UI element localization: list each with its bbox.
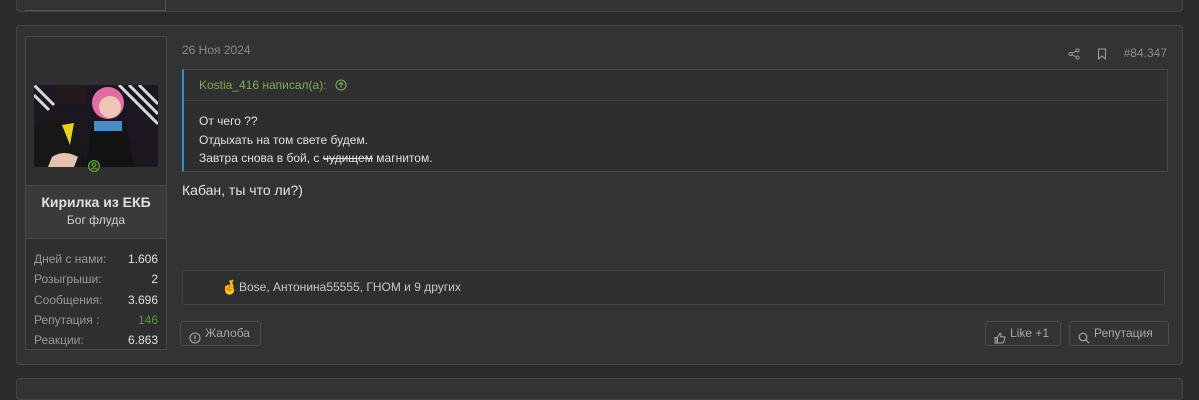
- reputation-label: Репутация: [1094, 326, 1153, 340]
- quote-author[interactable]: Kostia_416 написал(а):: [199, 78, 327, 92]
- quote-line: Завтра снова в бой, с чудищем магнитом.: [199, 149, 1152, 168]
- thumbs-up-icon: [994, 328, 1006, 343]
- share-icon[interactable]: [1068, 47, 1080, 60]
- quote-header[interactable]: Kostia_416 написал(а):: [184, 70, 1167, 101]
- previous-post-user-panel: [25, 0, 166, 11]
- bookmark-icon[interactable]: [1096, 47, 1108, 61]
- reactions-bar[interactable]: 🤞 Bose, Антонина55555, ГНОМ и 9 других: [182, 270, 1165, 305]
- username[interactable]: Кирилка из ЕКБ: [26, 194, 166, 210]
- warning-circle-icon: [189, 328, 201, 344]
- fingers-crossed-icon: 🤞: [221, 279, 239, 295]
- forum-post: Кирилка из ЕКБ Бог флуда Дней с нами: 1.…: [16, 25, 1183, 365]
- quote-body: От чего ?? Отдыхать на том свете будем. …: [184, 101, 1167, 168]
- stat-label: Розыгрыши:: [34, 272, 102, 287]
- like-label: Like +1: [1010, 326, 1050, 340]
- stat-value: 2: [151, 272, 158, 287]
- previous-post-card: [16, 0, 1183, 12]
- user-name-box: Кирилка из ЕКБ Бог флуда: [26, 185, 166, 239]
- online-status-icon: [88, 159, 100, 172]
- avatar-area: [26, 37, 166, 185]
- like-button[interactable]: Like +1: [985, 321, 1061, 346]
- stat-reputation: Репутация : 146: [34, 310, 158, 330]
- stat-label: Сообщения:: [34, 292, 103, 307]
- quote-line: Отдыхать на том свете будем.: [199, 132, 369, 147]
- struck-text: чудищем: [322, 151, 373, 165]
- reputation-button[interactable]: Репутация: [1069, 321, 1169, 346]
- report-label: Жалоба: [205, 326, 250, 340]
- report-button[interactable]: Жалоба: [180, 321, 261, 346]
- quote-block: Kostia_416 написал(а): От чего ?? Отдыха…: [182, 69, 1168, 172]
- quote-line: От чего ??: [199, 114, 258, 128]
- quote-line-prefix: Завтра снова в бой, с: [199, 151, 323, 165]
- stat-reactions: Реакции: 6.863: [34, 330, 158, 350]
- post-date[interactable]: 26 Ноя 2024: [182, 43, 251, 57]
- stat-value[interactable]: 3.696: [128, 290, 158, 310]
- search-icon: [1078, 328, 1090, 343]
- stat-value: 146: [137, 312, 158, 327]
- user-title: Бог флуда: [66, 213, 126, 227]
- stat-label: Репутация :: [34, 312, 100, 327]
- stat-label: Реакции:: [34, 333, 84, 348]
- user-stats: Дней с нами: 1.606 Розыгрыши: 2 Сообщени…: [34, 249, 158, 350]
- stat-label: Дней с нами:: [34, 252, 107, 266]
- stat-value: 6.863: [127, 333, 158, 348]
- post-actions: #84.347: [1068, 46, 1167, 61]
- avatar[interactable]: [34, 85, 158, 167]
- next-post-card: [16, 378, 1183, 400]
- user-panel: Кирилка из ЕКБ Бог флуда Дней с нами: 1.…: [25, 36, 167, 350]
- post-number[interactable]: #84.347: [1124, 46, 1167, 60]
- reactions-list[interactable]: Bose, Антонина55555, ГНОМ и 9 других: [239, 271, 461, 304]
- stat-days: Дней с нами: 1.606: [34, 249, 158, 269]
- stat-messages: Сообщения: 3.696: [34, 290, 158, 310]
- post-message: Кабан, ты что ли?): [182, 182, 303, 198]
- stat-giveaways: Розыгрыши: 2: [34, 269, 158, 289]
- arrow-up-circle-icon[interactable]: [335, 72, 347, 91]
- stat-value: 1.606: [127, 252, 158, 266]
- quote-line-suffix: магнитом.: [372, 151, 433, 165]
